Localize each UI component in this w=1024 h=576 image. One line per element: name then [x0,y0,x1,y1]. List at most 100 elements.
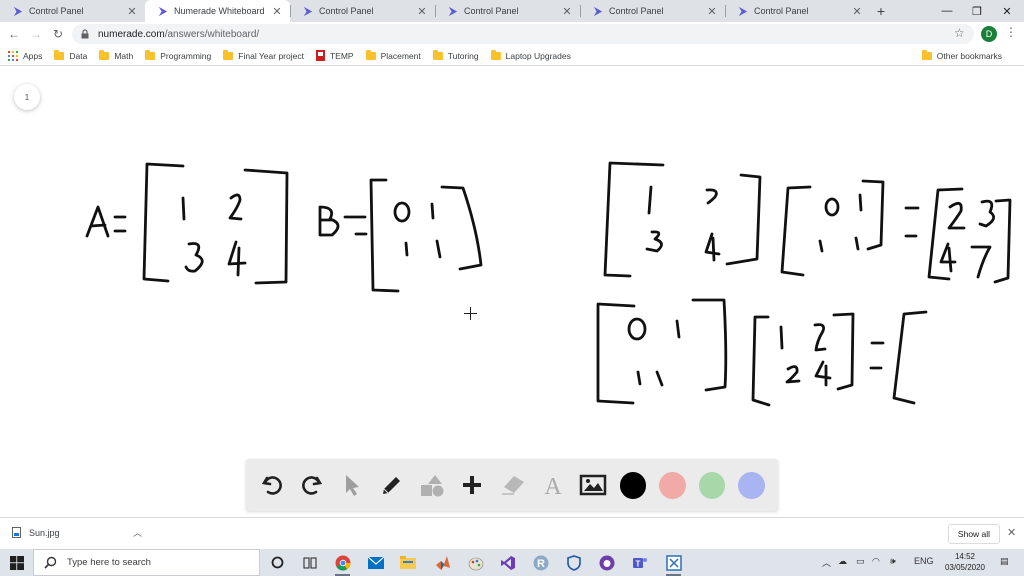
undo-icon[interactable] [258,471,286,499]
tab-title: Control Panel [609,6,664,16]
mail-app-icon[interactable] [366,553,385,572]
chevron-up-icon[interactable]: ︿ [133,526,142,539]
image-icon[interactable] [579,471,607,499]
taskbar-search-input[interactable]: Type here to search [33,549,260,576]
tab-title: Control Panel [319,6,374,16]
notifications-icon[interactable]: ▤ [1000,556,1009,567]
lock-icon [81,29,89,39]
tab-control-panel-5[interactable]: Control Panel ✕ [725,0,870,22]
color-swatch-green[interactable] [698,471,726,499]
bookmark-temp[interactable]: TEMP [315,50,354,61]
file-explorer-icon[interactable] [398,553,417,572]
windows-security-icon[interactable] [564,553,583,572]
handwritten-matrix-a [85,162,289,285]
address-bar[interactable]: numerade.com/answers/whiteboard/ [72,24,974,44]
system-clock[interactable]: 14:52 03/05/2020 [942,551,988,573]
select-pointer-icon[interactable] [338,471,366,499]
microsoft-teams-icon[interactable]: T [630,553,649,572]
close-tab-icon[interactable]: ✕ [562,5,572,18]
numerade-favicon-icon [13,6,23,16]
numerade-favicon-icon [303,6,313,16]
show-all-button[interactable]: Show all [948,524,1000,544]
plus-icon[interactable] [459,471,487,499]
download-item[interactable]: Sun.jpg [12,527,60,538]
shapes-icon[interactable] [419,471,447,499]
new-tab-icon[interactable]: + [870,0,892,22]
close-tab-icon[interactable]: ✕ [707,5,717,18]
bookmark-math[interactable]: Math [99,49,134,61]
bookmark-apps[interactable]: Apps [8,50,42,61]
bookmark-star-icon[interactable]: ☆ [954,26,965,40]
tab-control-panel-3[interactable]: Control Panel ✕ [435,0,580,22]
back-arrow-icon[interactable]: ← [6,26,22,42]
clock-date: 03/05/2020 [944,563,986,572]
bookmark-label: Programming [160,50,212,61]
bookmark-label: TEMP [329,50,354,61]
profile-avatar[interactable]: D [981,26,997,42]
language-indicator[interactable]: ENG [914,556,934,566]
r-language-icon[interactable]: R [531,553,550,572]
folder-icon [490,49,501,60]
eraser-icon[interactable] [499,471,527,499]
color-swatch-black[interactable] [619,471,647,499]
bookmark-label: Laptop Upgrades [505,50,571,61]
tab-title: Control Panel [754,6,809,16]
close-tab-icon[interactable]: ✕ [852,5,862,18]
paint-app-icon[interactable] [466,553,485,572]
bookmark-label: Math [114,50,134,61]
matlab-app-icon[interactable] [433,553,452,572]
bookmark-tutoring[interactable]: Tutoring [432,49,479,61]
tab-numerade-whiteboard[interactable]: Numerade Whiteboard ✕ [145,0,290,22]
tab-control-panel-1[interactable]: Control Panel ✕ [0,0,145,22]
bookmark-data[interactable]: Data [54,49,87,61]
close-tab-icon[interactable]: ✕ [417,5,427,18]
drawing-toolbar: A [246,459,778,511]
chrome-app-icon[interactable] [333,553,352,576]
cortana-icon[interactable] [268,553,287,572]
whiteboard-canvas[interactable]: 1 [0,67,1024,517]
bookmark-programming[interactable]: Programming [145,49,212,61]
reload-icon[interactable]: ↻ [50,26,66,42]
bookmark-final-year-project[interactable]: Final Year project [223,49,304,61]
minimize-window-icon[interactable]: — [930,0,964,22]
tab-control-panel-4[interactable]: Control Panel ✕ [580,0,725,22]
restore-window-icon[interactable]: ❐ [960,0,994,22]
volume-icon[interactable]: 🕪 [890,556,896,567]
wifi-icon[interactable]: ◠ [872,556,880,567]
task-view-icon[interactable] [300,553,319,572]
bookmark-label: Other bookmarks [936,51,1002,61]
tab-control-panel-2[interactable]: Control Panel ✕ [290,0,435,22]
bookmark-label: Final Year project [238,50,304,61]
github-desktop-icon[interactable] [597,553,616,572]
text-tool-icon[interactable]: A [539,471,567,499]
bookmark-laptop-upgrades[interactable]: Laptop Upgrades [490,49,571,61]
numerade-favicon-icon [158,6,168,16]
snipping-tool-icon[interactable] [664,553,683,576]
pencil-icon[interactable] [378,471,406,499]
download-file-name: Sun.jpg [29,527,60,538]
visual-studio-icon[interactable] [498,553,517,572]
handwritten-product-ba [596,298,928,407]
forward-arrow-icon[interactable]: → [28,26,44,42]
onedrive-cloud-icon[interactable]: ☁ [838,556,847,567]
close-window-icon[interactable]: ✕ [990,0,1024,22]
close-downloads-icon[interactable]: ✕ [1007,526,1016,539]
bookmark-placement[interactable]: Placement [365,49,421,61]
battery-icon[interactable]: ▭ [856,556,865,567]
downloads-bar: Sun.jpg ︿ Show all ✕ [0,517,1024,549]
bookmark-label: Placement [380,50,421,61]
color-swatch-blue[interactable] [738,471,766,499]
tray-chevron-up-icon[interactable]: ︿ [822,556,831,569]
close-tab-icon[interactable]: ✕ [127,5,137,18]
search-icon [44,556,57,569]
windows-start-icon[interactable] [0,549,33,576]
close-tab-icon[interactable]: ✕ [272,5,282,18]
numerade-favicon-icon [448,6,458,16]
redo-icon[interactable] [298,471,326,499]
color-swatch-pink[interactable] [659,471,686,499]
svg-text:T: T [635,559,640,568]
other-bookmarks[interactable]: Other bookmarks [921,50,1002,61]
crosshair-cursor-icon [464,307,477,320]
browser-menu-icon[interactable]: ⋮ [1005,25,1017,39]
tab-title: Numerade Whiteboard [174,6,265,16]
